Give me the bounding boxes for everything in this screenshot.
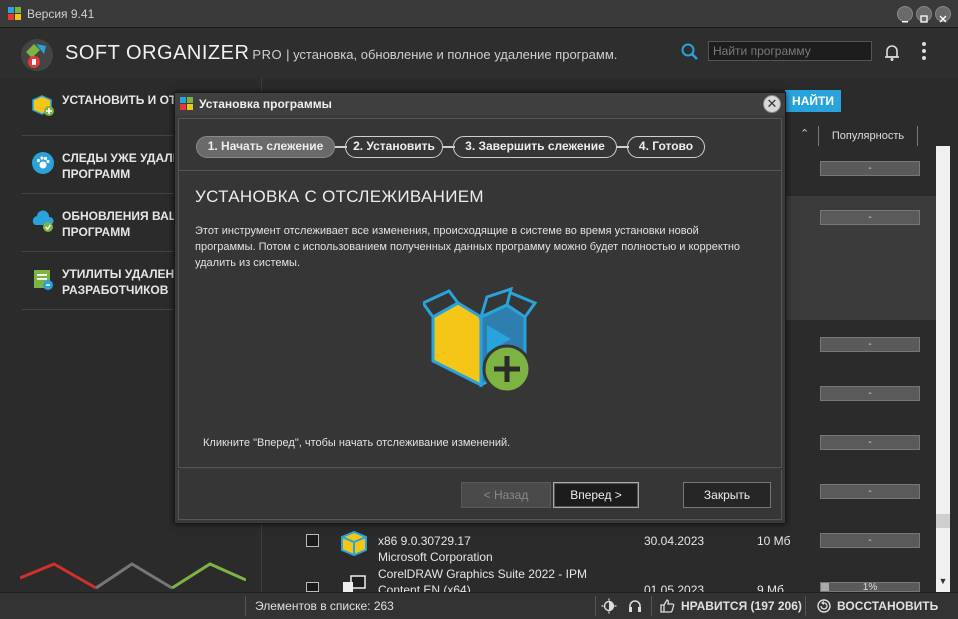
row-checkbox[interactable] — [306, 534, 319, 547]
program-name: CorelDRAW Graphics Suite 2022 - IPM — [378, 567, 587, 581]
window-titlebar: Версия 9.41 — [0, 0, 958, 28]
scrollbar-thumb[interactable] — [936, 514, 950, 528]
decorative-zigzag — [20, 562, 246, 590]
popularity-bar: - — [820, 484, 920, 499]
wizard-steps: 1. Начать слежение 2. Установить 3. Заве… — [179, 119, 781, 171]
dialog-footer: < Назад Вперед > Закрыть — [178, 470, 782, 520]
minimize-icon — [901, 10, 909, 23]
wizard-step-3: 3. Завершить слежение — [453, 136, 617, 158]
brand-title: SOFT ORGANIZER PRO | установка, обновление… — [65, 42, 617, 65]
brand-tagline: | установка, обновление и полное удалени… — [286, 47, 618, 62]
statusbar-divider — [651, 596, 652, 616]
popularity-bar: - — [820, 386, 920, 401]
program-size-clip: 9 Мб — [757, 583, 797, 592]
install-program-dialog: Установка программы ✕ 1. Начать слежение… — [174, 92, 786, 524]
popularity-bar: 1% — [820, 582, 920, 593]
corel-program-icon — [343, 575, 366, 592]
dialog-app-icon — [180, 97, 193, 110]
row-checkbox[interactable] — [306, 582, 319, 592]
dialog-description: Этот инструмент отслеживает все изменени… — [195, 225, 741, 269]
wizard-step-1: 1. Начать слежение — [196, 136, 335, 158]
dialog-titlebar: Установка программы ✕ — [175, 93, 785, 115]
restore-icon[interactable] — [816, 598, 832, 614]
program-name: x86 9.0.30729.17 — [378, 534, 471, 548]
program-publisher-clip: Content EN (x64) — [378, 583, 678, 592]
program-size: 9 Мб — [757, 583, 784, 592]
statusbar-divider — [595, 596, 596, 616]
close-icon — [939, 10, 947, 23]
dialog-title: Установка программы — [199, 97, 332, 111]
program-box-icon — [341, 530, 367, 557]
dialog-body: 1. Начать слежение 2. Установить 3. Заве… — [178, 118, 782, 468]
search-input[interactable] — [708, 41, 872, 61]
sort-chevron-icon[interactable]: ⌃ — [800, 127, 809, 140]
statusbar-divider — [245, 596, 246, 616]
program-size: 10 Мб — [757, 534, 791, 548]
sidebar-item-label: УСТАНОВИТЬ И ОТС — [62, 93, 185, 107]
program-publisher: Content EN (x64) — [378, 583, 471, 592]
program-date: 01.05.2023 — [644, 583, 705, 592]
install-tracking-box-icon — [423, 287, 538, 394]
bell-icon[interactable] — [882, 42, 902, 62]
brand-name: SOFT ORGANIZER — [65, 42, 250, 64]
close-icon: ✕ — [766, 96, 778, 111]
popularity-bar: - — [820, 435, 920, 450]
app-icon — [8, 7, 21, 20]
program-date-clip: 01.05.2023 — [644, 583, 734, 592]
theme-toggle-icon[interactable] — [601, 598, 617, 614]
statusbar-divider — [805, 596, 806, 616]
sidebar-item-label: ОБНОВЛЕНИЯ ВАШ ПРОГРАММ — [62, 209, 181, 239]
status-bar: Элементов в списке: 263 НРАВИТСЯ (197 20… — [0, 592, 958, 619]
close-button[interactable]: Закрыть — [683, 482, 771, 508]
install-box-icon — [32, 95, 54, 116]
sidebar-item-label: СЛЕДЫ УЖЕ УДАЛЕ ПРОГРАММ — [62, 151, 181, 181]
maximize-button[interactable] — [916, 6, 932, 23]
paw-traces-icon — [32, 152, 54, 174]
app-header: SOFT ORGANIZER PRO | установка, обновление… — [0, 28, 958, 78]
column-header-popularity[interactable]: Популярность — [818, 126, 918, 146]
find-button[interactable]: НАЙТИ — [785, 90, 841, 112]
support-headset-icon[interactable] — [627, 598, 643, 614]
search-icon[interactable] — [680, 42, 700, 62]
more-menu-icon[interactable] — [920, 42, 928, 64]
minimize-button[interactable] — [897, 6, 913, 23]
app-logo-icon — [21, 39, 53, 71]
restore-label[interactable]: ВОССТАНОВИТЬ — [837, 599, 938, 613]
update-cloud-icon — [32, 210, 54, 232]
program-date: 30.04.2023 — [644, 534, 705, 548]
status-count: Элементов в списке: 263 — [255, 599, 394, 613]
like-label[interactable]: НРАВИТСЯ (197 206) — [681, 599, 802, 613]
popularity-bar: - — [820, 210, 920, 225]
next-button[interactable]: Вперед > — [553, 482, 639, 508]
maximize-icon — [920, 10, 928, 23]
brand-pro: PRO — [252, 47, 283, 62]
popularity-bar: - — [820, 337, 920, 352]
popularity-bar: - — [820, 533, 920, 548]
dialog-heading: УСТАНОВКА С ОТСЛЕЖИВАНИЕМ — [195, 187, 484, 206]
uninstall-utility-icon — [34, 270, 53, 290]
dialog-close-button[interactable]: ✕ — [763, 95, 781, 113]
thumbs-up-icon[interactable] — [659, 598, 675, 614]
program-publisher: Microsoft Corporation — [378, 550, 493, 564]
close-window-button[interactable] — [935, 6, 951, 23]
wizard-step-4: 4. Готово — [627, 136, 705, 158]
sidebar-item-label: УТИЛИТЫ УДАЛЕН РАЗРАБОТЧИКОВ — [62, 267, 175, 297]
scroll-down-arrow-icon[interactable]: ▼ — [936, 574, 950, 588]
wizard-step-2: 2. Установить — [345, 136, 443, 158]
dialog-hint: Кликните "Вперед", чтобы начать отслежив… — [203, 437, 511, 449]
popularity-bar: - — [820, 161, 920, 176]
version-label: Версия 9.41 — [27, 7, 95, 21]
back-button[interactable]: < Назад — [461, 482, 551, 508]
